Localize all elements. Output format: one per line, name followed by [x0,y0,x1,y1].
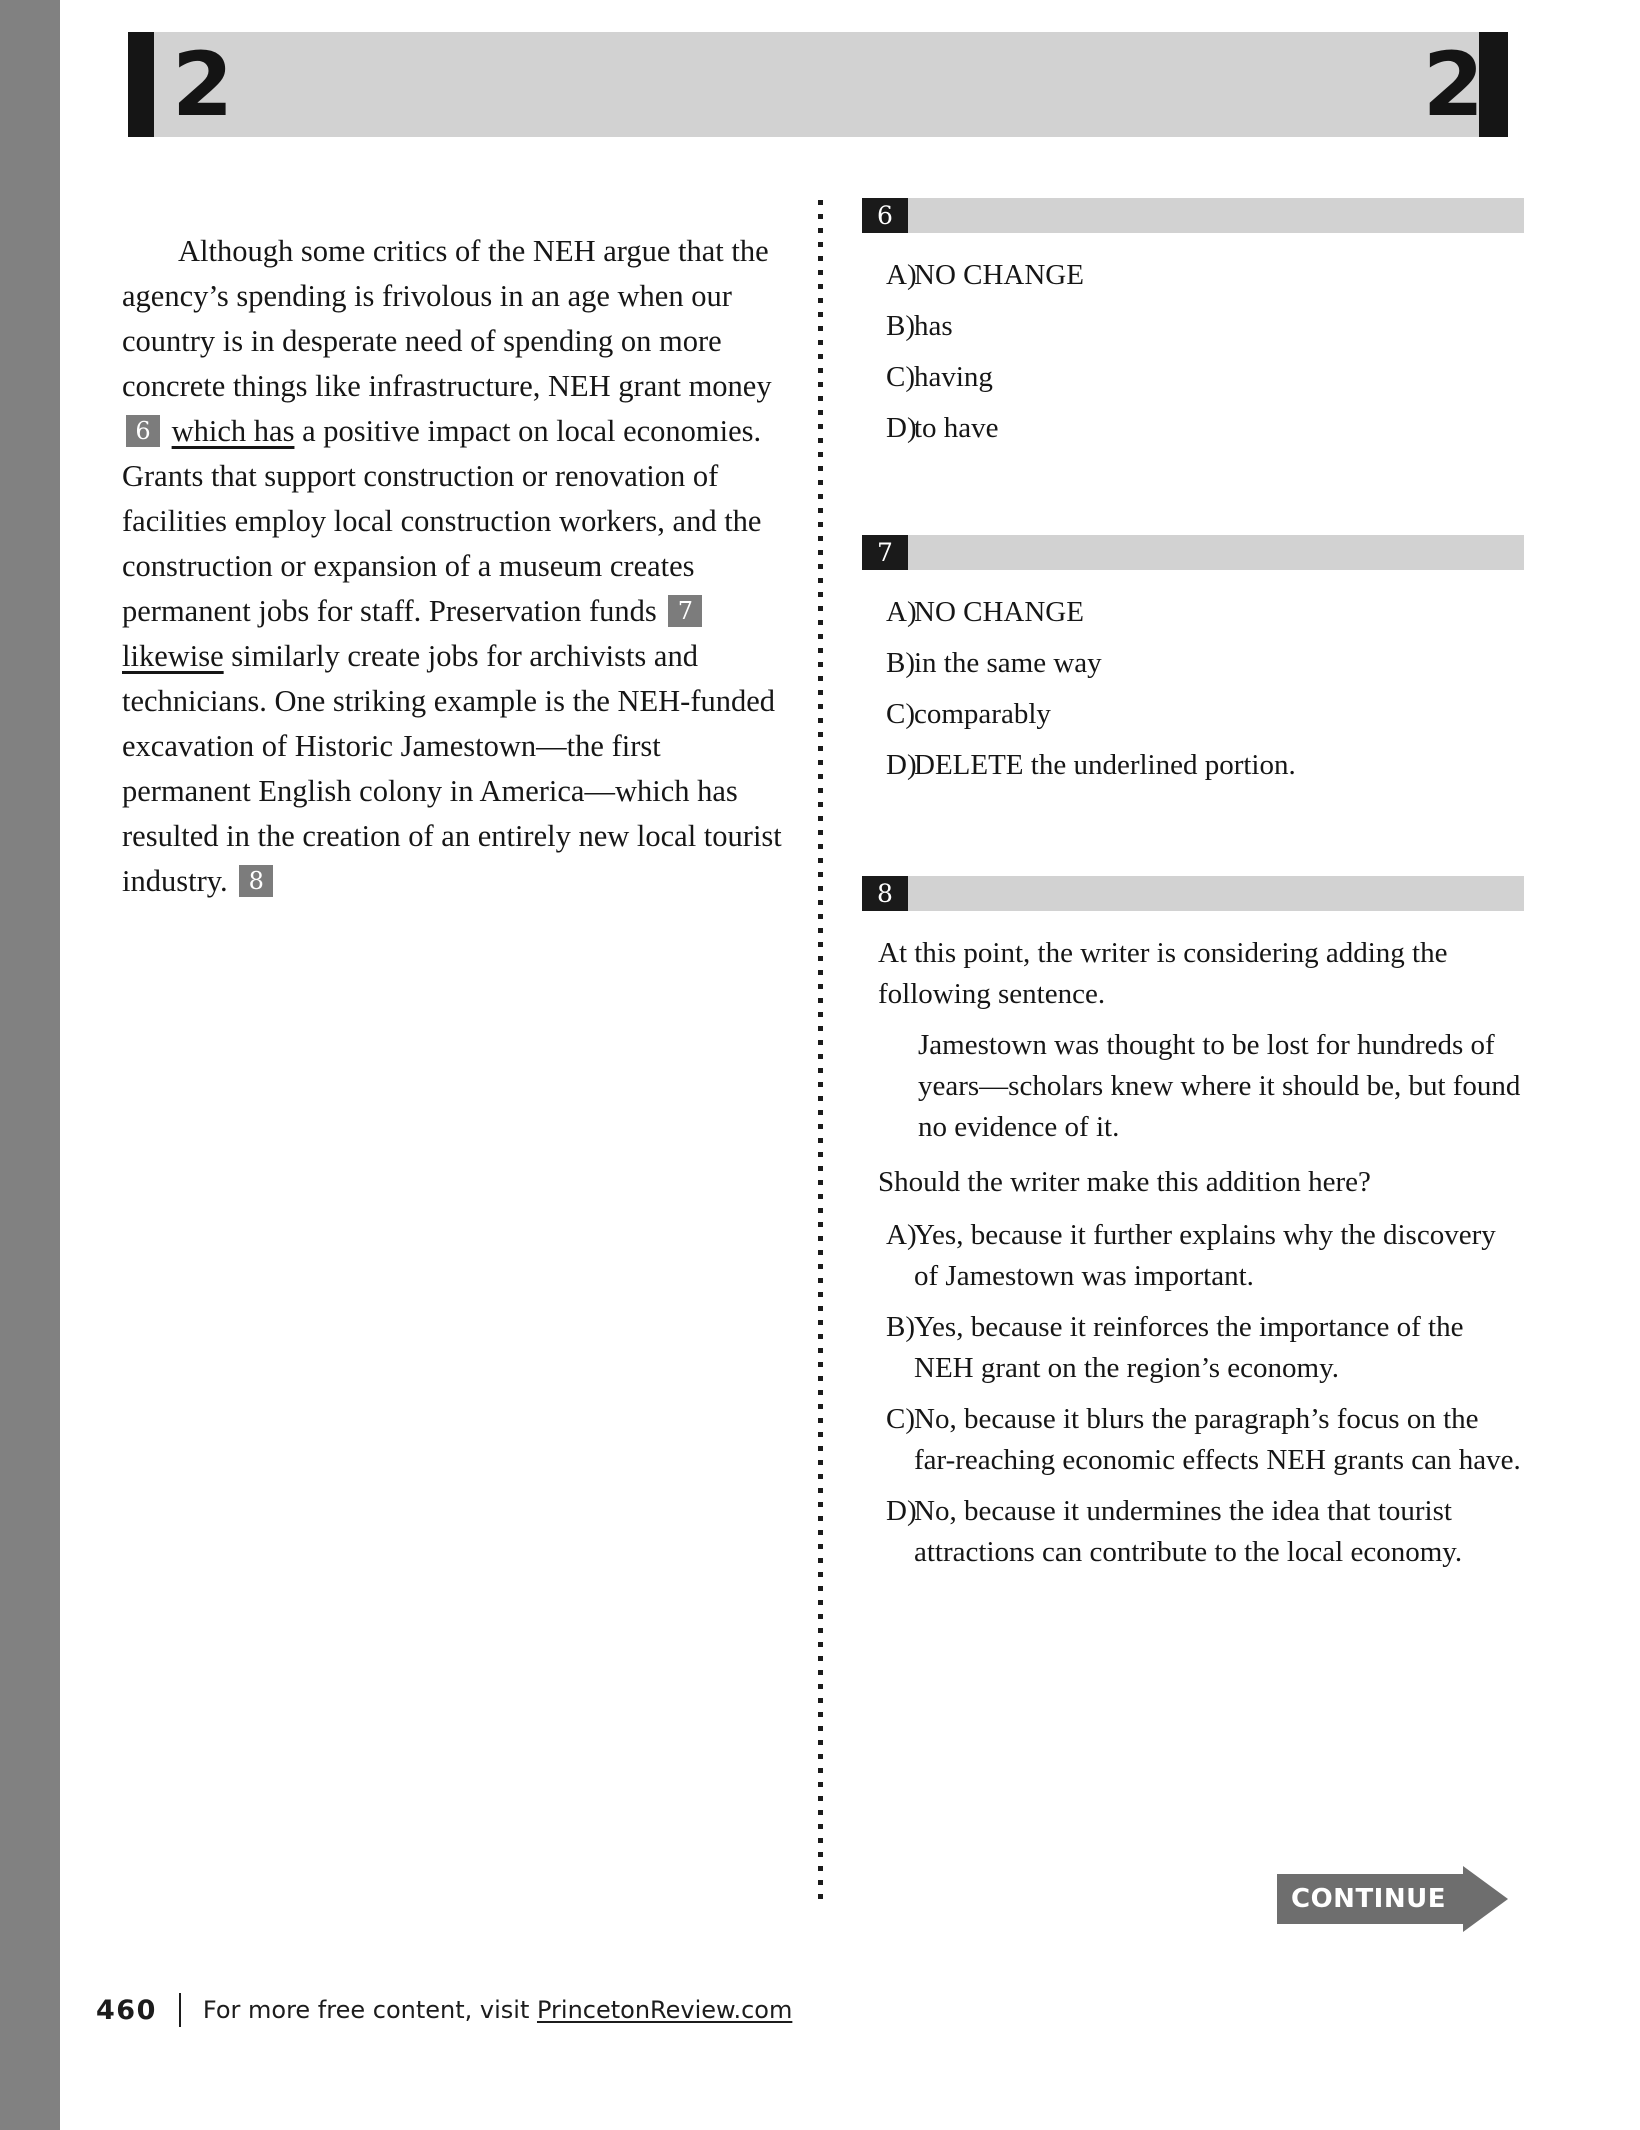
left-page-spine [0,0,60,2130]
passage-column: Although some critics of the NEH argue t… [122,198,790,934]
question-8-rule [908,876,1524,911]
choice-letter: A) [886,1219,917,1251]
choice-letter: D) [886,1495,917,1527]
header-bar [154,32,1479,137]
question-8-prompt: Should the writer make this addition her… [878,1166,1371,1198]
page-header: 2 2 [128,32,1508,137]
choice-text: No, because it blurs the paragraph’s foc… [914,1403,1521,1476]
choice-letter: C) [886,1403,915,1435]
underlined-segment-7: likewise [122,638,224,673]
question-8: 8 At this point, the writer is consideri… [862,876,1524,1573]
choice-text: Yes, because it reinforces the importanc… [914,1311,1464,1384]
header-right-cap [1479,32,1508,137]
column-divider [818,200,823,1900]
choice-text: in the same way [914,647,1102,679]
question-6-number-badge: 6 [862,198,908,233]
question-6-choice-d[interactable]: D) to have [862,408,1524,449]
question-7-choice-d[interactable]: D) DELETE the underlined portion. [862,745,1524,786]
question-8-choice-d[interactable]: D) No, because it undermines the idea th… [862,1491,1524,1573]
question-7-rule [908,535,1524,570]
choice-letter: D) [886,412,917,444]
question-8-number-badge: 8 [862,876,908,911]
question-8-inset-sentence: Jamestown was thought to be lost for hun… [918,1029,1521,1143]
choice-letter: B) [886,647,915,679]
underlined-segment-6: which has [171,413,295,448]
question-6-choice-c[interactable]: C) having [862,357,1524,398]
footer-separator [178,1993,181,2027]
choice-letter: C) [886,698,915,730]
choice-text: DELETE the underlined portion. [914,749,1296,781]
question-7-choice-c[interactable]: C) comparably [862,694,1524,735]
passage-reference-6[interactable]: 6 [126,414,160,447]
question-8-choices: A) Yes, because it further explains why … [862,1215,1524,1573]
choice-text: NO CHANGE [914,596,1084,628]
continue-banner: CONTINUE [1277,1866,1508,1932]
question-7-number-badge: 7 [862,535,908,570]
question-6-choices: A) NO CHANGE B) has C) having D) to have [862,255,1524,449]
choice-text: to have [914,412,999,444]
passage-paragraph: Although some critics of the NEH argue t… [122,229,790,904]
question-7-header: 7 [862,535,1524,570]
choice-text: comparably [914,698,1051,730]
continue-banner-label: CONTINUE [1291,1884,1446,1914]
passage-text-part-3: similarly create jobs for archivists and… [122,638,782,898]
choice-letter: B) [886,310,915,342]
choice-text: NO CHANGE [914,259,1084,291]
question-7-choice-b[interactable]: B) in the same way [862,643,1524,684]
question-7-choices: A) NO CHANGE B) in the same way C) compa… [862,592,1524,786]
arrow-right-icon [1463,1866,1508,1932]
passage-text-part-1: Although some critics of the NEH argue t… [122,233,772,403]
question-6-choice-b[interactable]: B) has [862,306,1524,347]
question-6: 6 A) NO CHANGE B) has C) having D) to ha… [862,198,1524,449]
questions-column: 6 A) NO CHANGE B) has C) having D) to ha… [862,198,1524,1583]
footer-text: For more free content, visit PrincetonRe… [203,1996,792,2024]
section-number-left: 2 [172,32,233,136]
footer-page-number: 460 [96,1994,157,2026]
question-8-header: 8 [862,876,1524,911]
choice-letter: A) [886,596,917,628]
question-gap-7-8 [862,796,1524,876]
choice-text: Yes, because it further explains why the… [914,1219,1496,1292]
question-7-choice-a[interactable]: A) NO CHANGE [862,592,1524,633]
footer-website-link[interactable]: PrincetonReview.com [537,1996,792,2024]
footer-text-label: For more free content, visit [202,1996,537,2024]
choice-letter: A) [886,259,917,291]
choice-letter: C) [886,361,915,393]
question-8-choice-a[interactable]: A) Yes, because it further explains why … [862,1215,1524,1297]
section-number-right: 2 [1422,32,1484,136]
choice-letter: B) [886,1311,915,1343]
question-gap-6-7 [862,459,1524,535]
question-7: 7 A) NO CHANGE B) in the same way C) com… [862,535,1524,786]
question-8-choice-b[interactable]: B) Yes, because it reinforces the import… [862,1307,1524,1389]
passage-reference-8[interactable]: 8 [239,864,274,897]
question-6-choice-a[interactable]: A) NO CHANGE [862,255,1524,296]
choice-text: having [914,361,993,393]
header-left-cap [128,32,154,137]
page-footer: 460 For more free content, visit Princet… [96,1993,792,2027]
question-6-rule [908,198,1524,233]
question-6-header: 6 [862,198,1524,233]
choice-text: No, because it undermines the idea that … [914,1495,1463,1568]
choice-letter: D) [886,749,917,781]
question-8-choice-c[interactable]: C) No, because it blurs the paragraph’s … [862,1399,1524,1481]
choice-text: has [914,310,953,342]
passage-reference-7[interactable]: 7 [668,594,703,627]
question-8-stem: At this point, the writer is considering… [878,937,1448,1010]
